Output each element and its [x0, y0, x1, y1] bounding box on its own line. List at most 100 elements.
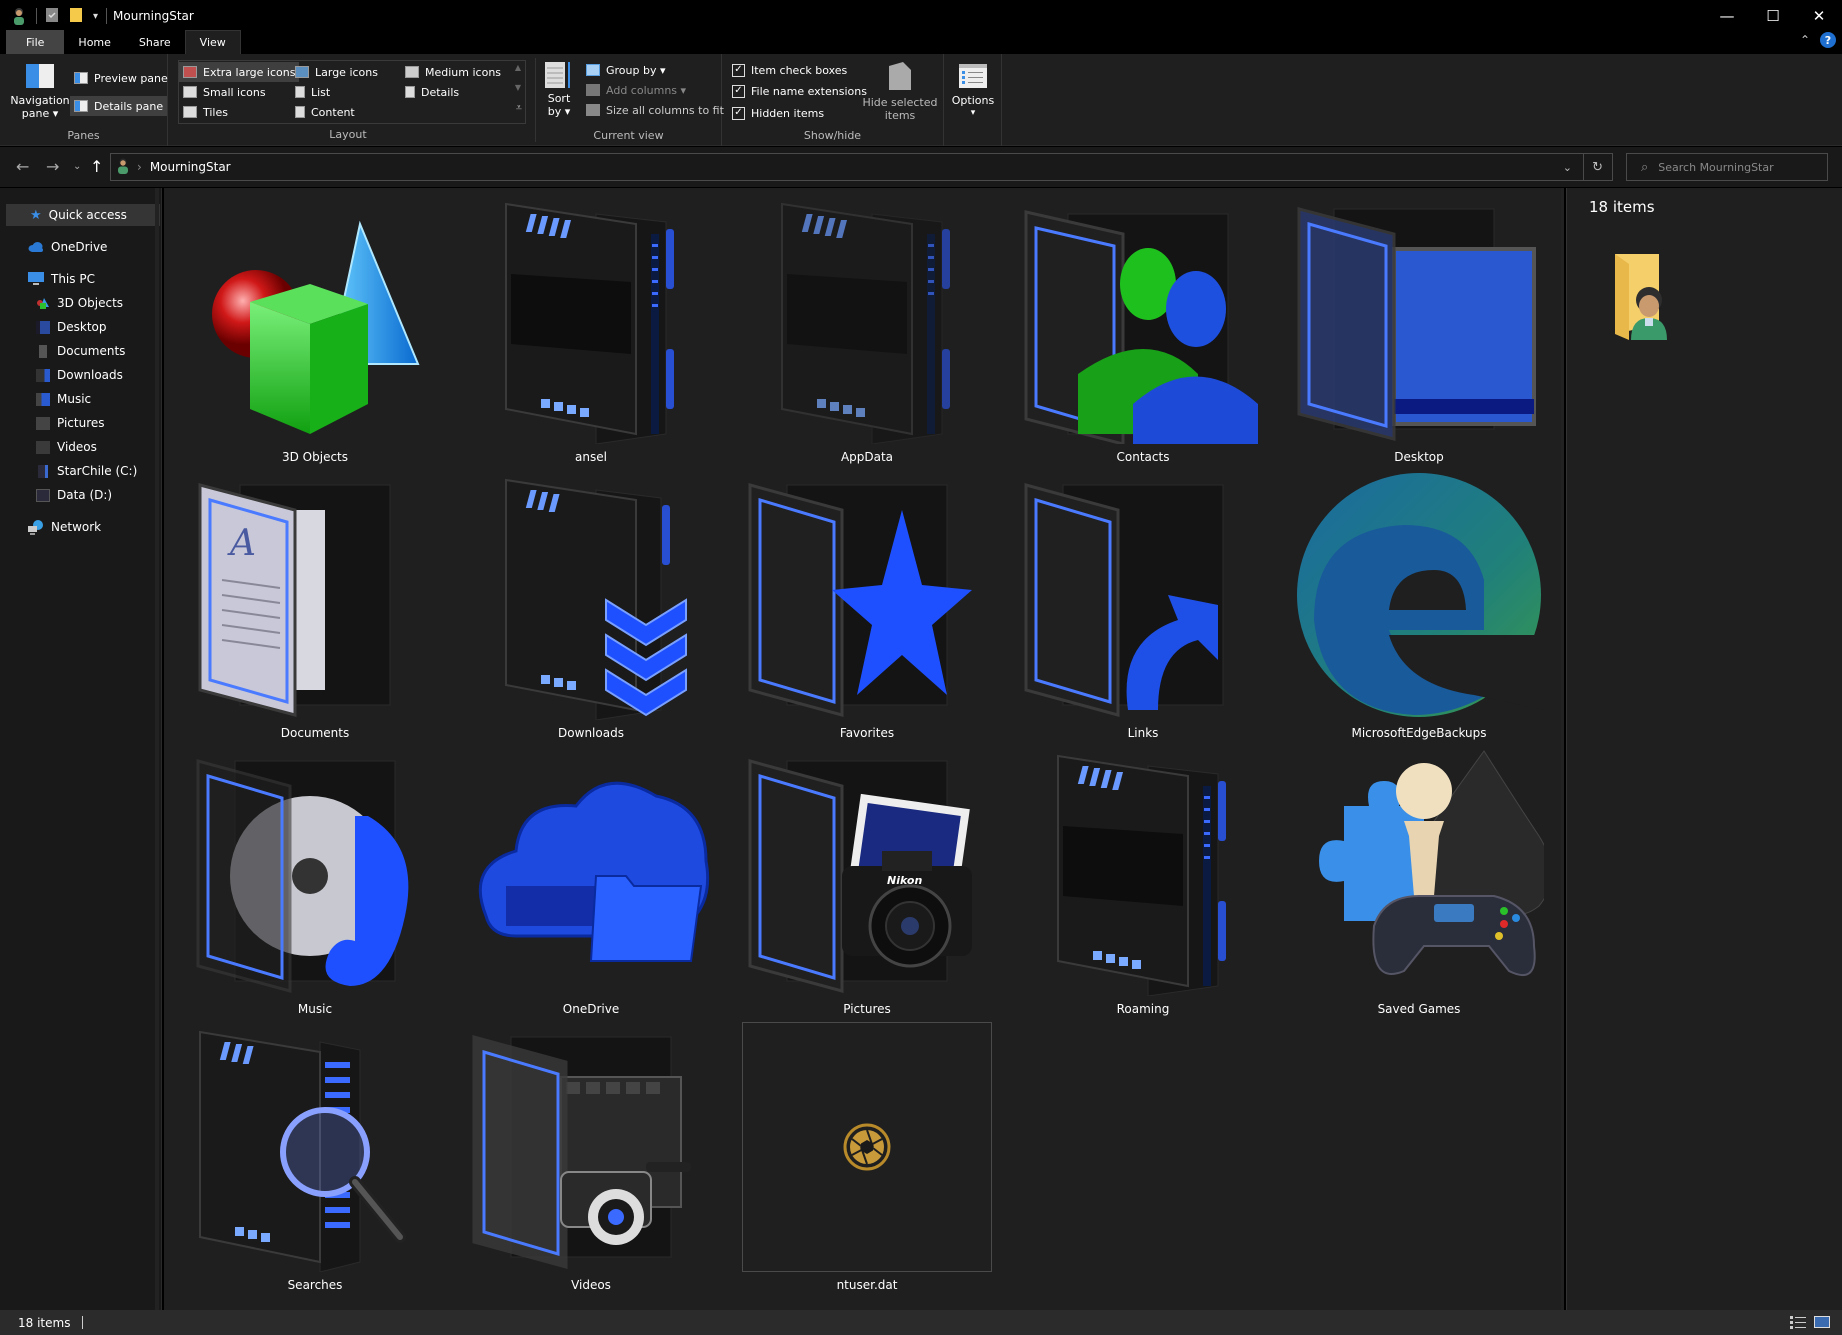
group-by-icon [586, 64, 600, 76]
layout-tiles[interactable]: Tiles [179, 102, 232, 122]
nav-drive-c[interactable]: StarChile (C:) [6, 460, 160, 482]
nav-pane-scrollbar[interactable] [155, 188, 159, 1310]
item-searches[interactable]: Searches [190, 1022, 440, 1298]
tab-view[interactable]: View [184, 30, 241, 54]
item-desktop[interactable]: Desktop [1294, 194, 1544, 470]
add-columns-icon [586, 84, 600, 96]
layout-scroll-down[interactable]: ▼ [515, 83, 521, 92]
item-check-boxes-checkbox[interactable]: ✓ [732, 63, 745, 77]
add-columns-button[interactable]: Add columns ▾ [582, 80, 690, 100]
item-3d-objects[interactable]: 3D Objects [190, 194, 440, 470]
minimize-button[interactable]: — [1704, 0, 1750, 32]
item-downloads[interactable]: Downloads [466, 470, 716, 746]
nav-videos[interactable]: Videos [6, 436, 160, 458]
nav-quick-access[interactable]: ★ Quick access [6, 204, 160, 226]
layout-list[interactable]: List [291, 82, 334, 102]
nav-desktop[interactable]: Desktop [6, 316, 160, 338]
search-input[interactable]: Search MourningStar [1658, 161, 1773, 174]
nav-network[interactable]: Network [6, 516, 160, 538]
item-check-boxes-toggle[interactable]: ✓ Item check boxes [728, 60, 851, 80]
nav-documents[interactable]: Documents [6, 340, 160, 362]
item-documents[interactable]: A Documents [190, 470, 440, 746]
large-icons-view-toggle[interactable] [1814, 1315, 1830, 1329]
layout-option-label: List [311, 85, 331, 99]
preview-pane-button[interactable]: Preview pane [70, 68, 172, 88]
forward-button[interactable]: → [46, 157, 59, 176]
address-bar[interactable]: › MourningStar ⌄ ↻ [110, 153, 1613, 181]
details-view-toggle[interactable] [1790, 1315, 1806, 1329]
nav-label: 3D Objects [57, 296, 124, 310]
group-by-label: Group by ▾ [606, 63, 666, 77]
item-microsoft-edge-backups[interactable]: MicrosoftEdgeBackups [1294, 470, 1544, 746]
user-folder-preview-icon [1609, 254, 1689, 347]
nav-drive-d[interactable]: Data (D:) [6, 484, 160, 506]
tab-home[interactable]: Home [64, 30, 124, 54]
options-button[interactable]: Options ▾ [948, 64, 998, 120]
layout-expand[interactable]: ⩡ [516, 101, 522, 115]
title-bar: ▾ MourningStar — ☐ ✕ [0, 0, 1842, 32]
refresh-icon[interactable]: ↻ [1592, 160, 1603, 175]
customize-qat-icon[interactable]: ▾ [93, 11, 98, 22]
breadcrumb-mourningstar[interactable]: MourningStar [150, 160, 231, 174]
details-item-count: 18 items [1589, 198, 1655, 216]
item-label: Contacts [1116, 450, 1170, 464]
item-roaming[interactable]: Roaming [1018, 746, 1268, 1022]
nav-downloads[interactable]: Downloads [6, 364, 160, 386]
nav-pictures[interactable]: Pictures [6, 412, 160, 434]
layout-content[interactable]: Content [291, 102, 359, 122]
up-button[interactable]: ↑ [90, 157, 103, 176]
hidden-items-checkbox[interactable]: ✓ [732, 106, 745, 120]
layout-scroll-up[interactable]: ▲ [515, 63, 521, 72]
group-by-button[interactable]: Group by ▾ [582, 60, 670, 80]
item-music[interactable]: Music [190, 746, 440, 1022]
layout-large-icons[interactable]: Large icons [291, 62, 382, 82]
hidden-items-toggle[interactable]: ✓ Hidden items [728, 103, 828, 123]
item-ansel[interactable]: ansel [466, 194, 716, 470]
nav-3d-objects[interactable]: 3D Objects [6, 292, 160, 314]
layout-option-label: Content [311, 105, 355, 119]
item-links[interactable]: Links [1018, 470, 1268, 746]
address-dropdown-icon[interactable]: ⌄ [1563, 161, 1572, 174]
user-folder-icon [12, 7, 28, 25]
recent-locations-button[interactable]: ⌄ [73, 161, 81, 172]
qat-separator [36, 8, 37, 24]
back-button[interactable]: ← [16, 157, 29, 176]
3d-objects-icon [190, 194, 440, 444]
file-name-extensions-checkbox[interactable]: ✓ [732, 84, 745, 98]
new-folder-icon[interactable] [69, 7, 85, 25]
layout-small-icons[interactable]: Small icons [179, 82, 270, 102]
search-box[interactable]: ⌕ Search MourningStar [1626, 153, 1828, 181]
item-saved-games[interactable]: Saved Games [1294, 746, 1544, 1022]
help-icon[interactable]: ? [1820, 32, 1836, 48]
details-pane-button[interactable]: Details pane [70, 96, 168, 116]
size-columns-button[interactable]: Size all columns to fit [582, 100, 728, 120]
item-favorites[interactable]: Favorites [742, 470, 992, 746]
item-onedrive[interactable]: OneDrive [466, 746, 716, 1022]
nav-this-pc[interactable]: This PC [6, 268, 160, 290]
collapse-ribbon-icon[interactable]: ⌃ [1800, 33, 1810, 47]
file-name-extensions-toggle[interactable]: ✓ File name extensions [728, 81, 871, 101]
content-scrollbar[interactable] [1561, 188, 1564, 1310]
sort-by-button[interactable]: Sort by ▾ [542, 60, 576, 118]
maximize-button[interactable]: ☐ [1750, 0, 1796, 32]
item-contacts[interactable]: Contacts [1018, 194, 1268, 470]
layout-medium-icons[interactable]: Medium icons [401, 62, 505, 82]
hide-selected-items-button[interactable]: Hide selected items [862, 62, 938, 122]
onedrive-cloud-icon [466, 746, 716, 996]
layout-extra-large-icons[interactable]: Extra large icons [179, 62, 300, 82]
tech-folder-icon [742, 194, 992, 444]
layout-details[interactable]: Details [401, 82, 463, 102]
item-label: 3D Objects [281, 450, 349, 464]
large-icons-icon [295, 66, 309, 78]
item-ntuser-dat[interactable]: ntuser.dat [742, 1022, 992, 1298]
properties-icon[interactable] [45, 7, 61, 25]
item-videos[interactable]: Videos [466, 1022, 716, 1298]
nav-music[interactable]: Music [6, 388, 160, 410]
nav-onedrive[interactable]: OneDrive [6, 236, 160, 258]
item-pictures[interactable]: Nikon Pictures [742, 746, 992, 1022]
tab-share[interactable]: Share [125, 30, 185, 54]
tab-file[interactable]: File [6, 30, 65, 54]
navigation-pane-button[interactable]: Navigation pane ▾ [10, 64, 70, 120]
close-button[interactable]: ✕ [1796, 0, 1842, 32]
item-appdata[interactable]: AppData [742, 194, 992, 470]
